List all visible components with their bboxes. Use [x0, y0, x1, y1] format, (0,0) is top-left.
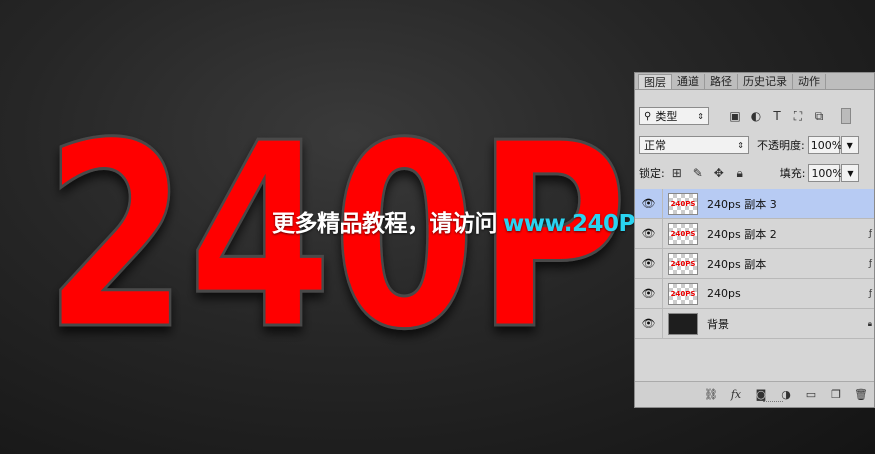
tab-layers[interactable]: 图层 [638, 74, 672, 89]
lock-transparent-icon[interactable]: ⊞ [669, 165, 685, 181]
layer-thumbnail [668, 312, 698, 335]
layer-name: 240ps 副本 [707, 257, 767, 271]
layer-row-copy[interactable]: 👁︎ 240PS 240ps 副本 ƒ [635, 248, 874, 279]
blend-row: 正常 ⇕ 不透明度: 100% ▼ [639, 134, 871, 156]
link-layers-icon[interactable]: ⛓ [702, 387, 720, 403]
opacity-dropdown[interactable]: ▼ [840, 136, 859, 154]
tab-channels[interactable]: 通道 [672, 74, 705, 89]
select-arrow-icon: ⇕ [697, 111, 704, 121]
lock-paint-icon[interactable]: ✎ [690, 165, 706, 181]
layers-panel: 图层 通道 路径 历史记录 动作 ⚲ 类型 ⇕ ▣ ◐ T ⛶ ⧉ 正常 ⇕ 不… [634, 72, 875, 408]
fill-input[interactable]: 100% [808, 164, 843, 182]
lock-label: 锁定: [639, 167, 665, 180]
new-layer-icon[interactable]: ❐ [827, 387, 845, 403]
eye-icon[interactable]: 👁︎ [635, 308, 663, 339]
layer-name: 背景 [707, 317, 729, 331]
layer-name: 240ps 副本 3 [707, 197, 777, 211]
image-filter-icon[interactable]: ▣ [727, 108, 743, 124]
layer-name: 240ps [707, 287, 741, 300]
layer-thumbnail: 240PS [668, 252, 698, 275]
eye-icon[interactable]: 👁︎ [635, 248, 663, 279]
lock-row: 锁定: ⊞ ✎ ✥ 🔒︎ 填充: 100% ▼ [639, 162, 871, 184]
lock-all-icon[interactable]: 🔒︎ [732, 165, 748, 181]
opacity-label: 不透明度: [757, 139, 805, 152]
filter-row: ⚲ 类型 ⇕ ▣ ◐ T ⛶ ⧉ [639, 105, 871, 127]
opacity-input[interactable]: 100% [807, 136, 843, 154]
fill-dropdown[interactable]: ▼ [841, 164, 860, 182]
fill-value: 100% [811, 166, 843, 180]
layer-row-copy-3[interactable]: 👁︎ 240PS 240ps 副本 3 [635, 188, 874, 219]
filter-type-label: 类型 [655, 110, 678, 123]
layer-effects-icon: ƒ [868, 228, 872, 239]
chevron-down-icon: ▼ [846, 140, 853, 150]
lock-move-icon[interactable]: ✥ [711, 165, 727, 181]
fill-label: 填充: [779, 167, 806, 180]
lock-icon: 🔒︎ [867, 318, 872, 328]
layer-row-copy-2[interactable]: 👁︎ 240PS 240ps 副本 2 ƒ [635, 218, 874, 249]
blend-mode-select[interactable]: 正常 ⇕ [639, 136, 749, 154]
shape-filter-icon[interactable]: ⛶ [790, 108, 806, 124]
fx-icon[interactable]: fx [727, 387, 745, 403]
layer-effects-icon: ƒ [868, 258, 872, 269]
panel-tabs: 图层 通道 路径 历史记录 动作 [635, 73, 874, 90]
type-filter-icon[interactable]: T [769, 108, 785, 124]
folder-icon[interactable]: ▭ [802, 387, 820, 403]
panel-footer: ⛓ fx ◙ ◑ ▭ ❐ 🗑︎ [635, 381, 874, 407]
resize-grip[interactable] [763, 401, 783, 405]
layer-thumbnail: 240PS [668, 282, 698, 305]
chevron-down-icon: ▼ [847, 168, 854, 178]
opacity-value: 100% [810, 138, 843, 152]
search-icon: ⚲ [644, 110, 652, 122]
layer-row-original[interactable]: 👁︎ 240PS 240ps ƒ [635, 278, 874, 309]
filter-toggle-switch[interactable] [841, 108, 851, 124]
eye-icon[interactable]: 👁︎ [635, 278, 663, 309]
trash-icon[interactable]: 🗑︎ [852, 387, 870, 403]
layer-row-background[interactable]: 👁︎ 背景 🔒︎ [635, 308, 874, 339]
eye-icon[interactable]: 👁︎ [635, 218, 663, 249]
tab-actions[interactable]: 动作 [793, 74, 826, 89]
eye-icon[interactable]: 👁︎ [635, 188, 663, 219]
watermark-label: 更多精品教程，请访问 [272, 211, 498, 237]
layer-effects-icon: ƒ [868, 288, 872, 299]
blend-mode-value: 正常 [644, 139, 666, 152]
select-arrow-icon: ⇕ [737, 140, 744, 150]
layer-list: 👁︎ 240PS 240ps 副本 3 👁︎ 240PS 240ps 副本 2 … [635, 188, 874, 339]
layer-thumbnail: 240PS [668, 222, 698, 245]
layer-name: 240ps 副本 2 [707, 227, 777, 241]
filter-type-select[interactable]: ⚲ 类型 ⇕ [639, 107, 709, 125]
tab-history[interactable]: 历史记录 [738, 74, 793, 89]
tab-paths[interactable]: 路径 [705, 74, 738, 89]
adjustment-filter-icon[interactable]: ◐ [748, 108, 764, 124]
layer-thumbnail: 240PS [668, 192, 698, 215]
smart-object-filter-icon[interactable]: ⧉ [811, 108, 827, 124]
